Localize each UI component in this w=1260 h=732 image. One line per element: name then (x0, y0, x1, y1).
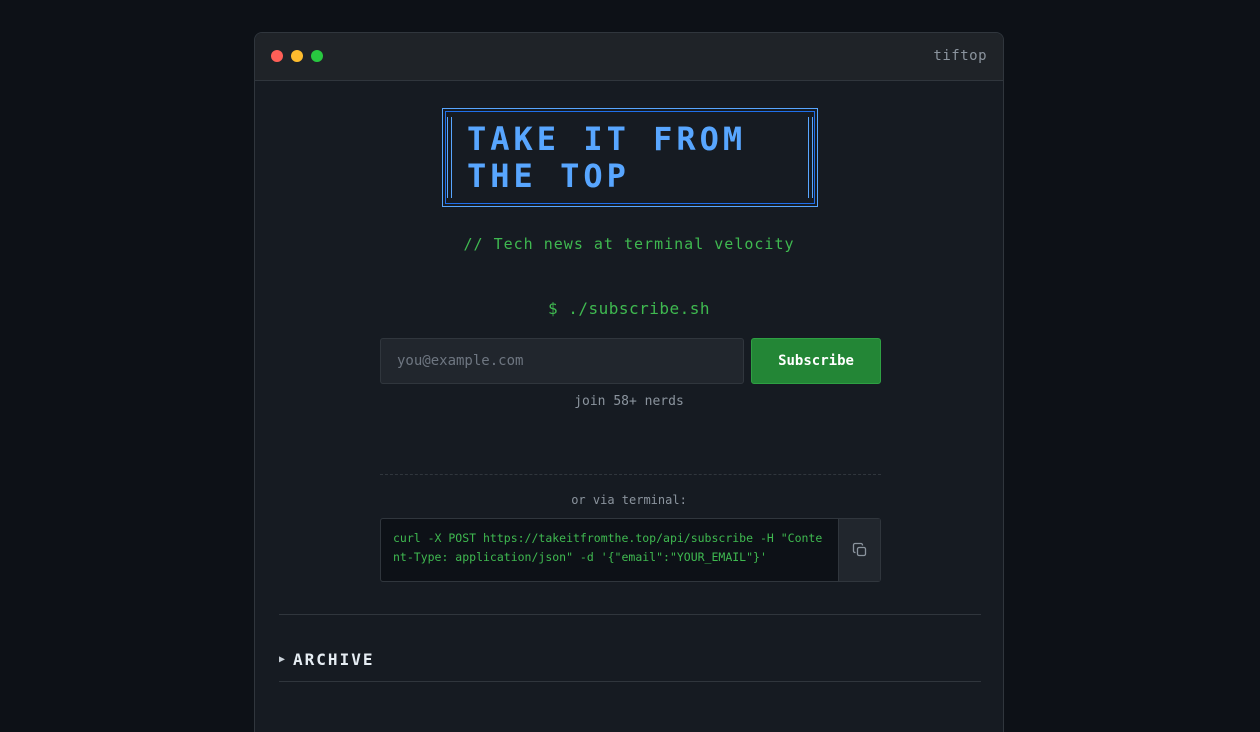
copy-icon (852, 542, 866, 557)
archive-label: ARCHIVE (293, 650, 375, 669)
subscribe-button[interactable]: Subscribe (751, 338, 881, 384)
window-title: tiftop (933, 48, 987, 64)
section-divider (279, 614, 981, 615)
copy-button[interactable] (838, 519, 880, 581)
archive-divider (279, 681, 981, 682)
triangle-right-icon: ▶ (279, 654, 286, 665)
minimize-window-button[interactable] (291, 50, 303, 62)
email-input[interactable] (380, 338, 744, 384)
title-bar: tiftop (255, 33, 1003, 81)
logo-text: TAKE IT FROM THE TOP (467, 121, 746, 195)
logo-line-2: THE TOP (467, 157, 630, 195)
subscribe-command: $ ./subscribe.sh (547, 299, 711, 318)
archive-toggle[interactable]: ▶ ARCHIVE (279, 650, 374, 669)
close-window-button[interactable] (271, 50, 283, 62)
subscriber-count: join 58+ nerds (574, 394, 684, 409)
curl-command[interactable]: curl -X POST https://takeitfromthe.top/a… (393, 529, 823, 567)
tagline: // Tech news at terminal velocity (463, 235, 795, 253)
terminal-label: or via terminal: (571, 493, 687, 507)
logo-line-1: TAKE IT FROM (467, 120, 747, 158)
app-window: tiftop TAKE IT FROM THE TOP // Tech news… (254, 32, 1004, 732)
logo: TAKE IT FROM THE TOP (442, 108, 818, 207)
curl-command-box: curl -X POST https://takeitfromthe.top/a… (380, 518, 881, 582)
maximize-window-button[interactable] (311, 50, 323, 62)
dashed-divider (380, 474, 881, 475)
